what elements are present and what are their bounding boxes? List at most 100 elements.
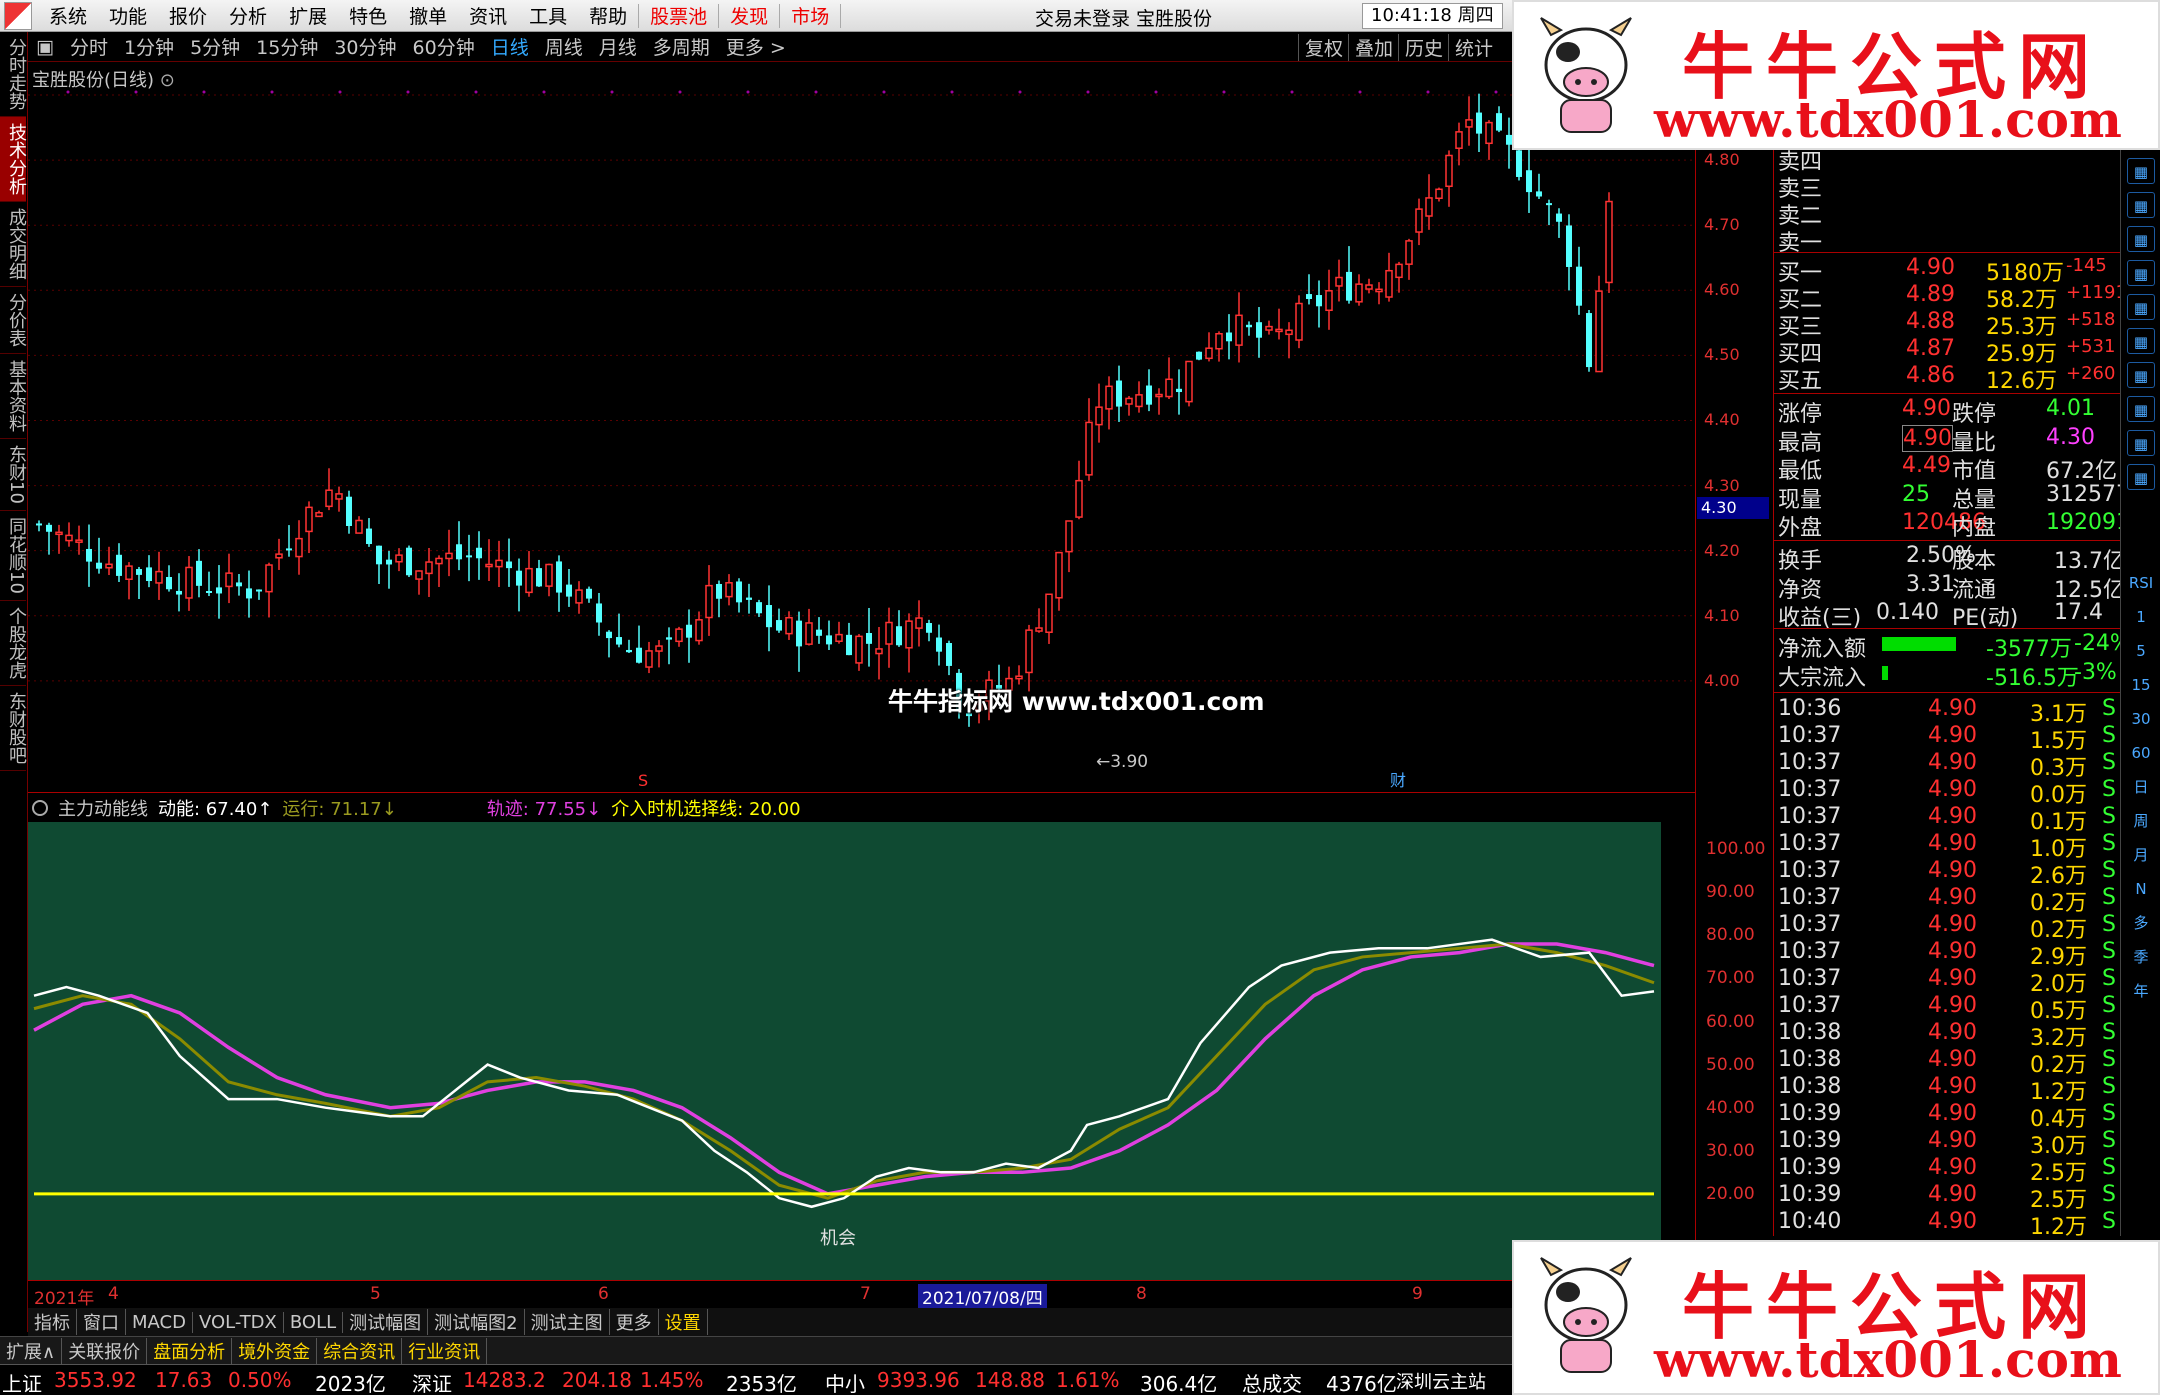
bottom-tab-foreign[interactable]: 境外资金	[232, 1337, 318, 1364]
tab-price-table[interactable]: 分价表	[0, 287, 27, 354]
ind-tab-window[interactable]: 窗口	[77, 1309, 126, 1335]
period-multi[interactable]: 多周期	[645, 33, 718, 60]
bottom-tab-extend[interactable]: 扩展∧	[0, 1337, 63, 1364]
tab-dragon-tiger[interactable]: 个股龙虎	[0, 601, 27, 686]
period-daily[interactable]: 日线	[483, 33, 537, 60]
menu-market[interactable]: 市场	[780, 2, 840, 29]
chart-icon[interactable]: ▦	[2127, 192, 2155, 218]
candle-body	[716, 583, 722, 599]
tab-stock-forum[interactable]: 东财股吧	[0, 686, 27, 771]
server-label[interactable]: 深圳云主站	[1396, 1368, 1486, 1394]
indicator-settings-icon[interactable]	[32, 799, 48, 816]
gear-icon[interactable]: ▦	[2127, 430, 2155, 456]
indicator-chart[interactable]: 机会	[28, 822, 1695, 1280]
right-tool-1[interactable]: 1	[2127, 604, 2155, 630]
app-logo-icon[interactable]	[4, 1, 32, 30]
right-tool-6[interactable]: 日	[2127, 774, 2155, 800]
overlay-button[interactable]: 叠加	[1348, 34, 1399, 61]
menu-analysis[interactable]: 分析	[218, 2, 278, 29]
stat-value: 4.30	[2046, 424, 2095, 450]
right-tool-3[interactable]: 15	[2127, 672, 2155, 698]
sz-label[interactable]: 深证	[412, 1368, 452, 1395]
zx-value: 9393.96	[877, 1368, 960, 1392]
menu-tools[interactable]: 工具	[518, 2, 578, 29]
menu-cancel-order[interactable]: 撤单	[398, 2, 458, 29]
restore-rights-button[interactable]: 复权	[1298, 34, 1349, 61]
ind-tab-more[interactable]: 更多	[610, 1309, 659, 1335]
menu-function[interactable]: 功能	[98, 2, 158, 29]
right-tool-5[interactable]: 60	[2127, 740, 2155, 766]
period-60min[interactable]: 60分钟	[405, 33, 483, 60]
ind-tab-settings[interactable]: 设置	[659, 1309, 708, 1335]
grid-icon[interactable]: ▦	[2127, 158, 2155, 184]
ind-tab-test1[interactable]: 测试幅图	[343, 1309, 429, 1335]
menu-extend[interactable]: 扩展	[278, 2, 338, 29]
tab-fundamentals[interactable]: 基本资料	[0, 354, 27, 439]
sh-label[interactable]: 上证	[2, 1368, 42, 1395]
period-1min[interactable]: 1分钟	[116, 33, 182, 60]
period-5min[interactable]: 5分钟	[182, 33, 248, 60]
candle-body	[376, 545, 382, 565]
ind-tab-boll[interactable]: BOLL	[284, 1311, 344, 1333]
candlestick-chart[interactable]: ←3.90 S 财	[28, 62, 1695, 792]
history-button[interactable]: 历史	[1398, 34, 1449, 61]
menu-help[interactable]: 帮助	[578, 2, 638, 29]
note-icon[interactable]: ▦	[2127, 362, 2155, 388]
right-tool-10[interactable]: 多	[2127, 910, 2155, 936]
sz-change: 204.18	[562, 1368, 632, 1392]
menu-stock-pool[interactable]: 股票池	[639, 2, 718, 29]
zx-label[interactable]: 中小	[825, 1368, 865, 1395]
period-monthly[interactable]: 月线	[591, 33, 645, 60]
f1-icon[interactable]: ▦	[2127, 396, 2155, 422]
menu-news[interactable]: 资讯	[458, 2, 518, 29]
ind-tab-indicator[interactable]: 指标	[28, 1309, 77, 1335]
candle-body	[1075, 479, 1083, 518]
right-tool-9[interactable]: N	[2127, 876, 2155, 902]
wave-icon[interactable]: ▦	[2127, 464, 2155, 490]
candle-body	[556, 561, 562, 593]
tick-price: 4.90	[1928, 1101, 1977, 1126]
event-dot	[746, 90, 750, 94]
ind-tab-test-main[interactable]: 测试主图	[525, 1309, 610, 1335]
indicator-name[interactable]: 主力动能线	[58, 795, 148, 821]
orderbook-buy-row: 买三 4.88 25.3万 +518	[1774, 309, 2121, 340]
tab-trade-detail[interactable]: 成交明细	[0, 202, 27, 287]
right-tool-8[interactable]: 月	[2127, 842, 2155, 868]
period-30min[interactable]: 30分钟	[326, 33, 404, 60]
toggle-icon[interactable]: ▣	[28, 36, 62, 58]
period-weekly[interactable]: 周线	[537, 33, 591, 60]
right-tool-0[interactable]: RSI	[2127, 570, 2155, 596]
menu-quote[interactable]: 报价	[158, 2, 218, 29]
tab-technical[interactable]: 技术分析	[0, 117, 27, 202]
price-tick-label: 4.00	[1704, 670, 1740, 690]
menu-system[interactable]: 系统	[38, 2, 98, 29]
right-tool-12[interactable]: 年	[2127, 978, 2155, 1004]
menu-discover[interactable]: 发现	[719, 2, 779, 29]
list-icon[interactable]: ▦	[2127, 294, 2155, 320]
ind-tab-macd[interactable]: MACD	[126, 1311, 193, 1333]
finance-marker[interactable]: 财	[1390, 771, 1406, 790]
right-tool-7[interactable]: 周	[2127, 808, 2155, 834]
bottom-tab-related[interactable]: 关联报价	[62, 1337, 148, 1364]
right-tool-11[interactable]: 季	[2127, 944, 2155, 970]
right-tool-2[interactable]: 5	[2127, 638, 2155, 664]
f10-icon[interactable]: ▦	[2127, 328, 2155, 354]
right-tool-4[interactable]: 30	[2127, 706, 2155, 732]
total-label: 总成交	[1242, 1372, 1302, 1395]
period-intraday[interactable]: 分时	[62, 33, 116, 60]
tab-eastmoney10[interactable]: 东财10	[0, 439, 27, 511]
tab-intraday[interactable]: 分时走势	[0, 32, 27, 117]
line-icon[interactable]: ▦	[2127, 226, 2155, 252]
tab-ths10[interactable]: 同花顺10	[0, 511, 27, 601]
ind-tab-test2[interactable]: 测试幅图2	[428, 1309, 525, 1335]
candle-icon[interactable]: ▦	[2127, 260, 2155, 286]
bottom-tab-analysis[interactable]: 盘面分析	[147, 1337, 233, 1364]
menu-feature[interactable]: 特色	[338, 2, 398, 29]
ind-tab-vol[interactable]: VOL-TDX	[193, 1311, 284, 1333]
stats-button[interactable]: 统计	[1448, 34, 1499, 61]
settings-circle-icon[interactable]: ⊙	[160, 70, 175, 91]
period-more[interactable]: 更多 >	[718, 33, 794, 60]
bottom-tab-industry[interactable]: 行业资讯	[402, 1337, 488, 1364]
period-15min[interactable]: 15分钟	[248, 33, 326, 60]
bottom-tab-news[interactable]: 综合资讯	[317, 1337, 403, 1364]
